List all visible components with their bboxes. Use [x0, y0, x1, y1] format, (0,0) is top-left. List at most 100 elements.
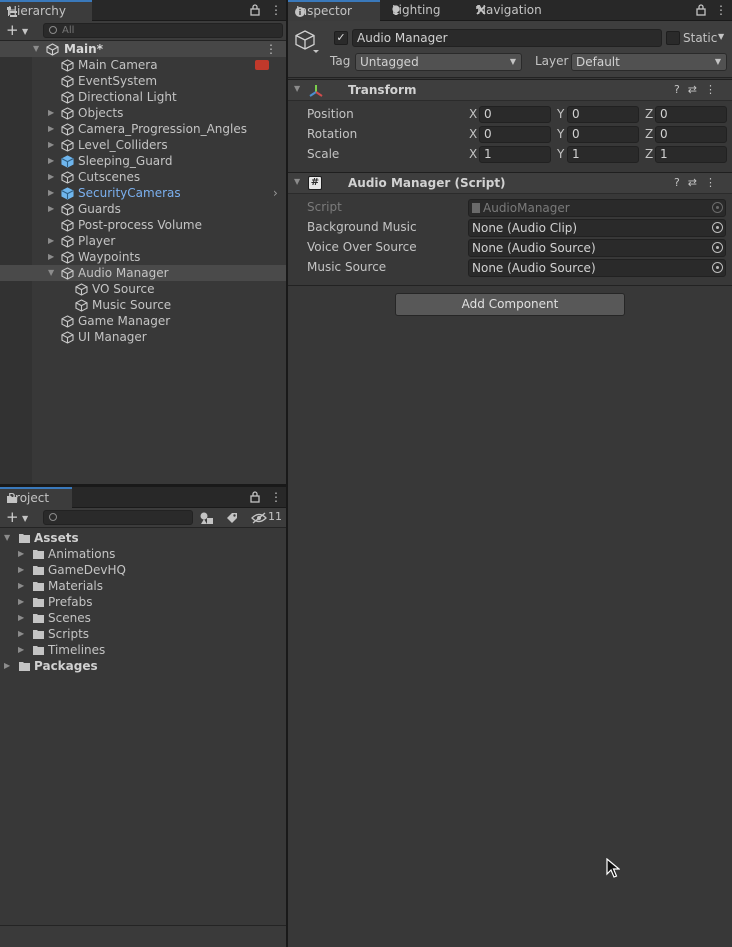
project-folder-item[interactable]: ▶ Timelines — [0, 642, 286, 658]
filter-by-type-icon[interactable] — [199, 511, 215, 525]
preset-icon[interactable]: ⇄ — [688, 83, 705, 96]
collapse-arrow-icon[interactable]: ▶ — [48, 153, 58, 169]
collapse-arrow-icon[interactable]: ▶ — [48, 233, 58, 249]
static-dropdown-icon[interactable]: ▼ — [718, 32, 724, 41]
hierarchy-item[interactable]: Main Camera — [0, 57, 286, 73]
project-folder-item[interactable]: ▶ Scripts — [0, 626, 286, 642]
add-component-button[interactable]: Add Component — [395, 293, 625, 316]
object-reference-field[interactable]: None (Audio Clip) — [468, 219, 726, 237]
hierarchy-item[interactable]: Post-process Volume — [0, 217, 286, 233]
create-plus-icon[interactable]: + — [6, 21, 19, 40]
object-picker-icon[interactable] — [712, 222, 723, 233]
collapse-arrow-icon[interactable]: ▶ — [18, 594, 28, 610]
layer-dropdown[interactable]: Default — [571, 53, 727, 71]
axis-z-label[interactable]: Z — [645, 147, 653, 161]
transform-rotation-z-field[interactable]: 0 — [655, 126, 727, 143]
project-folder-item[interactable]: ▶ Prefabs — [0, 594, 286, 610]
hierarchy-item[interactable]: ▶ Guards — [0, 201, 286, 217]
tab-navigation[interactable]: Navigation — [469, 0, 569, 21]
hierarchy-item[interactable]: Directional Light — [0, 89, 286, 105]
collapse-arrow-icon[interactable]: ▶ — [48, 185, 58, 201]
chevron-down-icon[interactable]: ▼ — [22, 509, 28, 528]
axis-y-label[interactable]: Y — [557, 107, 564, 121]
hierarchy-item[interactable]: ▶ Sleeping_Guard — [0, 153, 286, 169]
hierarchy-item[interactable]: ▶ Cutscenes — [0, 169, 286, 185]
collapse-arrow-icon[interactable]: ▶ — [18, 626, 28, 642]
hierarchy-item[interactable]: ▶ Waypoints — [0, 249, 286, 265]
hierarchy-item[interactable]: ▶ Player — [0, 233, 286, 249]
lock-icon[interactable] — [250, 4, 260, 16]
object-reference-field[interactable]: None (Audio Source) — [468, 259, 726, 277]
transform-header[interactable]: ▼ Transform ?⇄⋮ — [288, 79, 732, 101]
scene-menu-icon[interactable]: ⋮ — [265, 41, 277, 57]
expand-arrow-icon[interactable]: ▼ — [4, 530, 14, 546]
preset-icon[interactable]: ⇄ — [688, 176, 705, 189]
axis-z-label[interactable]: Z — [645, 127, 653, 141]
collapse-arrow-icon[interactable]: ▶ — [18, 562, 28, 578]
collapse-arrow-icon[interactable]: ▶ — [18, 642, 28, 658]
script-component-header[interactable]: ▼ # Audio Manager (Script) ?⇄⋮ — [288, 172, 732, 194]
hierarchy-item[interactable]: ▶ Level_Colliders — [0, 137, 286, 153]
transform-rotation-x-field[interactable]: 0 — [479, 126, 551, 143]
hierarchy-item[interactable]: ▼ Audio Manager — [0, 265, 286, 281]
kebab-menu-icon[interactable]: ⋮ — [715, 3, 727, 17]
axis-z-label[interactable]: Z — [645, 107, 653, 121]
chevron-right-icon[interactable]: › — [273, 185, 278, 201]
collapse-arrow-icon[interactable]: ▶ — [18, 610, 28, 626]
filter-by-label-icon[interactable] — [225, 511, 239, 525]
fold-arrow-icon[interactable]: ▼ — [294, 177, 300, 186]
fold-arrow-icon[interactable]: ▼ — [294, 84, 300, 93]
scene-row[interactable]: ▼ Main* ⋮ — [0, 41, 286, 57]
collapse-arrow-icon[interactable]: ▶ — [48, 169, 58, 185]
collapse-arrow-icon[interactable]: ▶ — [48, 121, 58, 137]
transform-scale-y-field[interactable]: 1 — [567, 146, 639, 163]
axis-x-label[interactable]: X — [469, 107, 477, 121]
lock-icon[interactable] — [250, 491, 260, 503]
lock-icon[interactable] — [696, 4, 706, 16]
expand-arrow-icon[interactable]: ▼ — [48, 265, 58, 281]
script-enabled-checkbox[interactable]: # — [308, 176, 322, 190]
project-folder-item[interactable]: ▶ Animations — [0, 546, 286, 562]
hierarchy-item[interactable]: Game Manager — [0, 313, 286, 329]
transform-rotation-y-field[interactable]: 0 — [567, 126, 639, 143]
kebab-menu-icon[interactable]: ⋮ — [270, 3, 282, 17]
transform-scale-z-field[interactable]: 1 — [655, 146, 727, 163]
collapse-arrow-icon[interactable]: ▶ — [48, 137, 58, 153]
axis-x-label[interactable]: X — [469, 127, 477, 141]
hierarchy-item[interactable]: Music Source — [0, 297, 286, 313]
tab-project[interactable]: Project — [0, 487, 72, 508]
collapse-arrow-icon[interactable]: ▶ — [18, 546, 28, 562]
collapse-arrow-icon[interactable]: ▶ — [48, 105, 58, 121]
collapse-arrow-icon[interactable]: ▶ — [18, 578, 28, 594]
create-plus-icon[interactable]: + — [6, 508, 19, 527]
transform-position-z-field[interactable]: 0 — [655, 106, 727, 123]
tab-hierarchy[interactable]: Hierarchy — [0, 0, 92, 21]
collapse-arrow-icon[interactable]: ▶ — [4, 658, 14, 674]
hierarchy-item[interactable]: VO Source — [0, 281, 286, 297]
object-reference-field[interactable]: None (Audio Source) — [468, 239, 726, 257]
object-picker-icon[interactable] — [712, 262, 723, 273]
project-folder-item[interactable]: ▶ GameDevHQ — [0, 562, 286, 578]
project-folder-item[interactable]: ▶ Scenes — [0, 610, 286, 626]
hierarchy-item[interactable]: EventSystem — [0, 73, 286, 89]
collapse-arrow-icon[interactable]: ▶ — [48, 201, 58, 217]
gameobject-icon[interactable] — [295, 29, 319, 55]
component-menu-icon[interactable]: ⋮ — [705, 176, 724, 189]
transform-scale-x-field[interactable]: 1 — [479, 146, 551, 163]
kebab-menu-icon[interactable]: ⋮ — [270, 490, 282, 504]
hierarchy-item[interactable]: UI Manager — [0, 329, 286, 345]
project-search-input[interactable] — [43, 510, 193, 525]
static-checkbox[interactable] — [666, 31, 680, 45]
tag-dropdown[interactable]: Untagged — [355, 53, 522, 71]
component-menu-icon[interactable]: ⋮ — [705, 83, 724, 96]
object-picker-icon[interactable] — [712, 242, 723, 253]
object-name-field[interactable]: Audio Manager — [352, 29, 662, 47]
hierarchy-item[interactable]: ▶ SecurityCameras › — [0, 185, 286, 201]
static-label[interactable]: Static — [683, 31, 717, 45]
axis-y-label[interactable]: Y — [557, 127, 564, 141]
hierarchy-search-input[interactable]: All — [43, 23, 283, 38]
active-checkbox[interactable]: ✓ — [334, 31, 348, 45]
tab-lighting[interactable]: Lighting — [384, 0, 464, 21]
transform-position-x-field[interactable]: 0 — [479, 106, 551, 123]
axis-y-label[interactable]: Y — [557, 147, 564, 161]
